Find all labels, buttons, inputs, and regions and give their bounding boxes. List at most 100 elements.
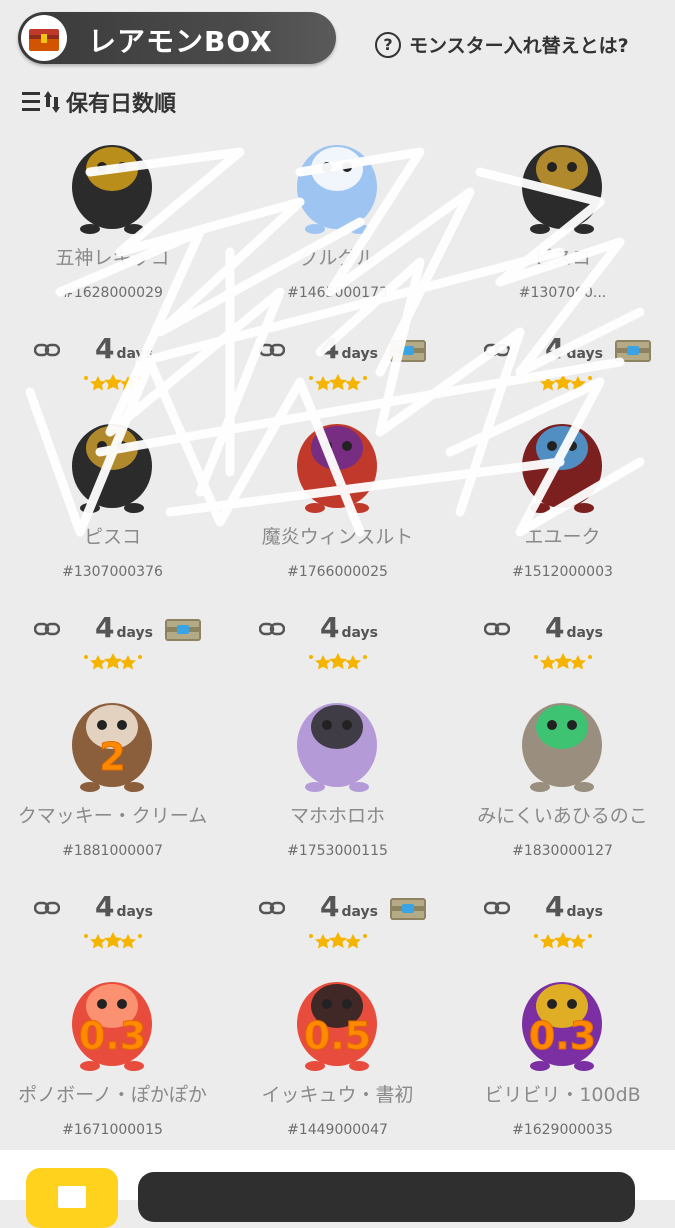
rarity-stars-icon xyxy=(309,374,367,391)
monster-name: エユーク xyxy=(524,526,601,548)
rarity-stars-icon xyxy=(534,932,592,949)
monster-image xyxy=(522,145,602,234)
days-count: 4 xyxy=(320,890,340,923)
menu-button[interactable] xyxy=(26,1168,118,1228)
monster-image xyxy=(297,703,377,792)
overlay-number: 0.5 xyxy=(303,1014,372,1059)
monster-card[interactable]: 4 days みにくいあひるのこ #1830000127 xyxy=(450,611,675,894)
monster-serial: #1881000007 xyxy=(62,843,163,859)
days-unit: days xyxy=(116,904,153,920)
days-held: 4 days xyxy=(545,890,603,923)
action-bar[interactable] xyxy=(138,1172,635,1222)
monster-name: クマッキー・クリーム xyxy=(17,805,208,827)
monster-serial: #1307000376 xyxy=(62,564,163,580)
monster-serial: #1753000115 xyxy=(287,843,388,859)
monster-card[interactable]: 4 days ピスコ #1307000376 xyxy=(0,332,225,615)
monster-card[interactable]: 4 days エユーク #1512000003 xyxy=(450,332,675,615)
sort-icon xyxy=(22,91,60,113)
link-icon[interactable] xyxy=(259,621,285,637)
monster-image xyxy=(72,145,152,234)
monster-name: マホホロホ xyxy=(289,805,385,827)
monster-card[interactable]: 4 days 0.5 イッキュウ・書初 #1449000047 xyxy=(225,890,450,1173)
days-held: 4 days xyxy=(95,611,153,644)
storage-chest-icon xyxy=(390,340,426,362)
help-label: モンスター入れ替えとは? xyxy=(409,35,629,57)
monster-name: 五神レキッコ xyxy=(55,247,170,269)
monster-image xyxy=(522,424,602,513)
monster-serial: #1465000173 xyxy=(287,285,388,301)
monster-card[interactable]: 4 days マホホロホ #1753000115 xyxy=(225,611,450,894)
monster-image xyxy=(522,703,602,792)
days-unit: days xyxy=(341,904,378,920)
storage-chest-icon xyxy=(390,898,426,920)
overlay-number: 0.3 xyxy=(78,1014,147,1059)
monster-name: 魔炎ウィンスルト xyxy=(261,526,414,548)
rarity-stars-icon xyxy=(84,374,142,391)
sort-button[interactable]: 保有日数順 xyxy=(20,86,176,118)
days-unit: days xyxy=(116,346,153,362)
monster-name: グルグル xyxy=(299,247,376,269)
days-count: 4 xyxy=(95,890,115,923)
days-held: 4 days xyxy=(545,332,603,365)
days-held: 4 days xyxy=(320,332,378,365)
monster-card[interactable]: 4 days 0.3 ポノボーノ・ぽかぽか #1671000015 xyxy=(0,890,225,1173)
link-icon[interactable] xyxy=(484,342,510,358)
days-held: 4 days xyxy=(320,611,378,644)
sort-label: 保有日数順 xyxy=(66,92,177,117)
monster-name: イッキュウ・書初 xyxy=(261,1084,414,1106)
monster-card[interactable]: 4 days 0.3 ビリビリ・100dB #1629000035 xyxy=(450,890,675,1173)
monster-serial: #1449000047 xyxy=(287,1122,388,1138)
help-link[interactable]: ? モンスター入れ替えとは? xyxy=(375,31,629,58)
days-unit: days xyxy=(566,625,603,641)
monster-card[interactable]: 4 days 2 クマッキー・クリーム #1881000007 xyxy=(0,611,225,894)
link-icon[interactable] xyxy=(259,342,285,358)
days-held: 4 days xyxy=(95,332,153,365)
monster-image xyxy=(297,145,377,234)
rarity-stars-icon xyxy=(309,932,367,949)
monster-name: ピスコ xyxy=(83,526,141,548)
link-icon[interactable] xyxy=(34,621,60,637)
rarity-stars-icon xyxy=(84,932,142,949)
rarity-stars-icon xyxy=(534,653,592,670)
link-icon[interactable] xyxy=(484,621,510,637)
header-bar: レアモンBOX ? モンスター入れ替えとは? 保有日数順 xyxy=(0,0,675,132)
link-icon[interactable] xyxy=(484,900,510,916)
monster-serial: #1629000035 xyxy=(512,1122,613,1138)
overlay-number: 2 xyxy=(99,735,126,780)
storage-chest-icon xyxy=(615,340,651,362)
monster-image xyxy=(297,424,377,513)
days-count: 4 xyxy=(320,332,340,365)
link-icon[interactable] xyxy=(259,900,285,916)
days-unit: days xyxy=(566,904,603,920)
days-count: 4 xyxy=(95,332,115,365)
days-count: 4 xyxy=(320,611,340,644)
monster-serial: #1628000029 xyxy=(62,285,163,301)
days-count: 4 xyxy=(545,332,565,365)
question-icon: ? xyxy=(375,31,401,58)
rarity-stars-icon xyxy=(534,374,592,391)
days-unit: days xyxy=(116,625,153,641)
link-icon[interactable] xyxy=(34,900,60,916)
monster-serial: #1671000015 xyxy=(62,1122,163,1138)
treasure-chest-icon xyxy=(21,15,67,61)
days-unit: days xyxy=(566,346,603,362)
monster-image xyxy=(72,424,152,513)
days-unit: days xyxy=(341,346,378,362)
monster-serial: #1307000... xyxy=(518,285,607,301)
overlay-number: 0.3 xyxy=(528,1014,597,1059)
monster-serial: #1512000003 xyxy=(512,564,613,580)
rarity-stars-icon xyxy=(84,653,142,670)
link-icon[interactable] xyxy=(34,342,60,358)
menu-icon xyxy=(58,1186,86,1208)
rarity-stars-icon xyxy=(309,653,367,670)
box-title-pill: レアモンBOX xyxy=(18,12,336,64)
monster-name: ビリビリ・100dB xyxy=(484,1084,641,1106)
days-held: 4 days xyxy=(95,890,153,923)
days-count: 4 xyxy=(545,890,565,923)
monster-name: みにくいあひるのこ xyxy=(477,805,648,827)
days-count: 4 xyxy=(545,611,565,644)
page-title: レアモンBOX xyxy=(88,25,273,58)
monster-serial: #1830000127 xyxy=(512,843,613,859)
monster-card[interactable]: 4 days 魔炎ウィンスルト #1766000025 xyxy=(225,332,450,615)
days-count: 4 xyxy=(95,611,115,644)
